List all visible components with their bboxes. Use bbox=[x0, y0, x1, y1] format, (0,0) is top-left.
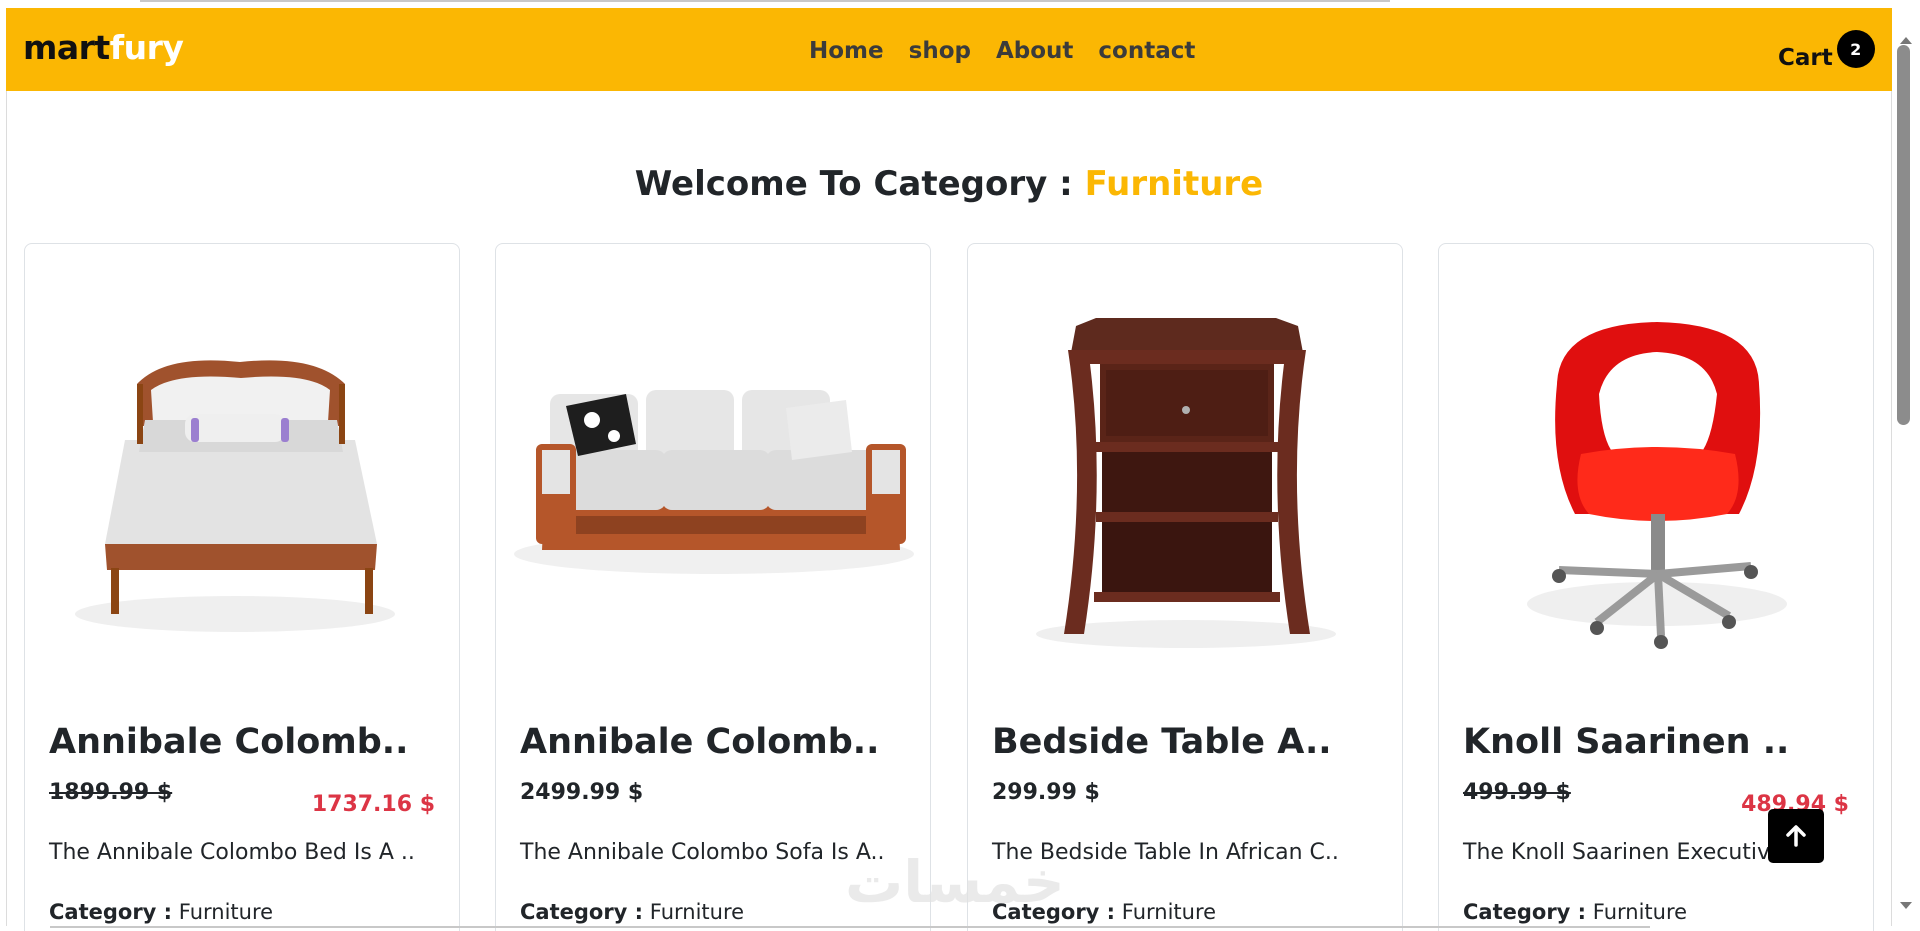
sofa-image[interactable] bbox=[496, 244, 930, 684]
product-discount-price: 1737.16 $ bbox=[311, 792, 435, 817]
product-card[interactable]: Bedside Table A.. 299.99 $ The Bedside T… bbox=[967, 243, 1403, 931]
bed-image[interactable] bbox=[25, 244, 459, 684]
scroll-to-top-button[interactable] bbox=[1768, 809, 1824, 863]
category-value: Furniture bbox=[1592, 900, 1688, 924]
category-value: Furniture bbox=[178, 900, 274, 924]
brand-logo[interactable]: martfury bbox=[23, 28, 184, 67]
product-price: 299.99 $ bbox=[992, 780, 1100, 805]
top-strip bbox=[0, 0, 1920, 8]
product-title[interactable]: Knoll Saarinen .. bbox=[1463, 722, 1789, 762]
nav-links: Home shop About contact bbox=[809, 38, 1195, 64]
product-category: Category : Furniture bbox=[49, 900, 273, 924]
top-divider bbox=[140, 0, 1390, 2]
cart-link[interactable]: Cart 2 bbox=[1778, 30, 1875, 71]
page-title-category: Furniture bbox=[1084, 164, 1264, 204]
product-price: 2499.99 $ bbox=[520, 780, 644, 805]
nav-link-about[interactable]: About bbox=[996, 38, 1073, 64]
cart-count-badge: 2 bbox=[1836, 30, 1875, 68]
brand-part-2: fury bbox=[109, 28, 184, 67]
scroll-down-arrow-icon[interactable] bbox=[1900, 902, 1912, 909]
page-title: Welcome To Category : Furniture bbox=[0, 164, 1898, 204]
category-label: Category : bbox=[49, 900, 173, 924]
product-title[interactable]: Bedside Table A.. bbox=[992, 722, 1332, 762]
product-description: The Bedside Table In African C.. bbox=[992, 840, 1339, 865]
product-description: The Annibale Colombo Bed Is A .. bbox=[49, 840, 415, 865]
category-value: Furniture bbox=[649, 900, 745, 924]
category-label: Category : bbox=[520, 900, 644, 924]
product-description: The Annibale Colombo Sofa Is A.. bbox=[520, 840, 885, 865]
navbar: martfury Home shop About contact Cart 2 bbox=[6, 8, 1892, 91]
page-title-prefix: Welcome To Category : bbox=[634, 164, 1085, 204]
product-card[interactable]: Annibale Colomb.. 2499.99 $ The Annibale… bbox=[495, 243, 931, 931]
bottom-divider bbox=[50, 926, 1650, 928]
bedside-table-image[interactable] bbox=[968, 244, 1402, 684]
category-label: Category : bbox=[1463, 900, 1587, 924]
scrollbar-thumb[interactable] bbox=[1897, 45, 1910, 425]
nav-link-home[interactable]: Home bbox=[809, 38, 884, 64]
product-old-price: 1899.99 $ bbox=[49, 780, 173, 805]
cart-label: Cart bbox=[1778, 45, 1833, 71]
product-category: Category : Furniture bbox=[992, 900, 1216, 924]
nav-link-contact[interactable]: contact bbox=[1098, 38, 1195, 64]
product-title[interactable]: Annibale Colomb.. bbox=[49, 722, 408, 762]
office-chair-image[interactable] bbox=[1439, 244, 1873, 684]
category-value: Furniture bbox=[1121, 900, 1217, 924]
scroll-up-arrow-icon[interactable] bbox=[1900, 37, 1912, 44]
nav-link-shop[interactable]: shop bbox=[909, 38, 971, 64]
product-card[interactable]: Annibale Colomb.. 1899.99 $ 1737.16 $ Th… bbox=[24, 243, 460, 931]
arrow-up-icon bbox=[1786, 825, 1806, 847]
category-label: Category : bbox=[992, 900, 1116, 924]
brand-part-1: mart bbox=[23, 28, 110, 67]
product-category: Category : Furniture bbox=[1463, 900, 1687, 924]
product-description: The Knoll Saarinen Executive .. bbox=[1463, 840, 1805, 865]
product-title[interactable]: Annibale Colomb.. bbox=[520, 722, 879, 762]
product-old-price: 499.99 $ bbox=[1463, 780, 1571, 805]
product-category: Category : Furniture bbox=[520, 900, 744, 924]
